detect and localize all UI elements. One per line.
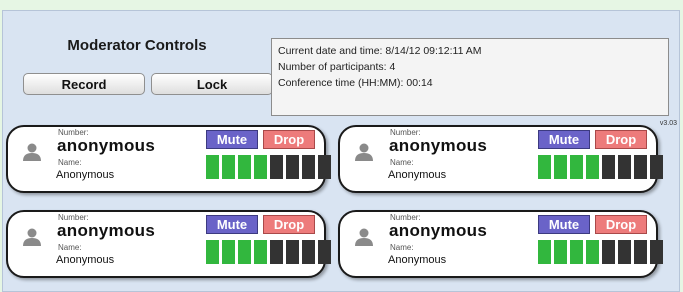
meter-segment	[318, 240, 331, 264]
meter-segment	[222, 155, 235, 179]
meter-segment	[254, 155, 267, 179]
person-silhouette-icon	[354, 142, 374, 162]
person-silhouette-icon	[354, 227, 374, 247]
meter-segment	[554, 240, 567, 264]
participant-number: anonymous	[57, 136, 156, 155]
participant-name: Anonymous	[56, 169, 115, 181]
drop-button[interactable]: Drop	[263, 130, 315, 149]
meter-segment	[602, 155, 615, 179]
meter-segment	[302, 155, 315, 179]
meter-segment	[206, 240, 219, 264]
meter-segment	[634, 155, 647, 179]
conference-time: Conference time (HH:MM): 00:14	[278, 77, 433, 89]
participant-name: Anonymous	[388, 254, 447, 266]
meter-segment	[602, 240, 615, 264]
participant-card: Number: anonymous Name: Anonymous Mute D…	[338, 210, 663, 278]
participant-card: Number: anonymous Name: Anonymous Mute D…	[6, 210, 331, 278]
meter-segment	[270, 155, 283, 179]
volume-meter	[206, 155, 331, 179]
name-label: Name:	[390, 243, 414, 252]
meter-segment	[650, 240, 663, 264]
meter-segment	[538, 155, 551, 179]
meter-segment	[222, 240, 235, 264]
name-label: Name:	[390, 158, 414, 167]
meter-segment	[286, 155, 299, 179]
drop-button[interactable]: Drop	[595, 130, 647, 149]
volume-meter	[538, 240, 663, 264]
meter-segment	[286, 240, 299, 264]
current-datetime: Current date and time: 8/14/12 09:12:11 …	[278, 45, 482, 57]
participant-count: Number of participants: 4	[278, 61, 396, 73]
person-silhouette-icon	[22, 227, 42, 247]
meter-segment	[618, 240, 631, 264]
participant-card: Number: anonymous Name: Anonymous Mute D…	[338, 125, 663, 193]
meter-segment	[554, 155, 567, 179]
meter-segment	[254, 240, 267, 264]
meter-segment	[318, 155, 331, 179]
meter-segment	[238, 155, 251, 179]
participant-number: anonymous	[57, 221, 156, 240]
participant-number: anonymous	[389, 136, 488, 155]
mute-button[interactable]: Mute	[538, 215, 590, 234]
volume-meter	[538, 155, 663, 179]
conference-info-box: Current date and time: 8/14/12 09:12:11 …	[271, 38, 669, 116]
mute-button[interactable]: Mute	[206, 130, 258, 149]
drop-button[interactable]: Drop	[263, 215, 315, 234]
name-label: Name:	[58, 158, 82, 167]
meter-segment	[618, 155, 631, 179]
record-button[interactable]: Record	[23, 73, 145, 95]
meter-segment	[570, 240, 583, 264]
meter-segment	[634, 240, 647, 264]
name-label: Name:	[58, 243, 82, 252]
meter-segment	[586, 155, 599, 179]
meter-segment	[238, 240, 251, 264]
meter-segment	[586, 240, 599, 264]
drop-button[interactable]: Drop	[595, 215, 647, 234]
participant-card: Number: anonymous Name: Anonymous Mute D…	[6, 125, 331, 193]
meter-segment	[538, 240, 551, 264]
meter-segment	[270, 240, 283, 264]
meter-segment	[570, 155, 583, 179]
version-label: v3.03	[659, 120, 677, 127]
meter-segment	[302, 240, 315, 264]
mute-button[interactable]: Mute	[206, 215, 258, 234]
moderator-controls-title: Moderator Controls	[67, 37, 207, 54]
meter-segment	[650, 155, 663, 179]
person-silhouette-icon	[22, 142, 42, 162]
participant-number: anonymous	[389, 221, 488, 240]
meter-segment	[206, 155, 219, 179]
lock-button[interactable]: Lock	[151, 73, 273, 95]
mute-button[interactable]: Mute	[538, 130, 590, 149]
participant-name: Anonymous	[56, 254, 115, 266]
participant-name: Anonymous	[388, 169, 447, 181]
conference-panel: Moderator Controls Record Lock Current d…	[2, 10, 680, 292]
volume-meter	[206, 240, 331, 264]
